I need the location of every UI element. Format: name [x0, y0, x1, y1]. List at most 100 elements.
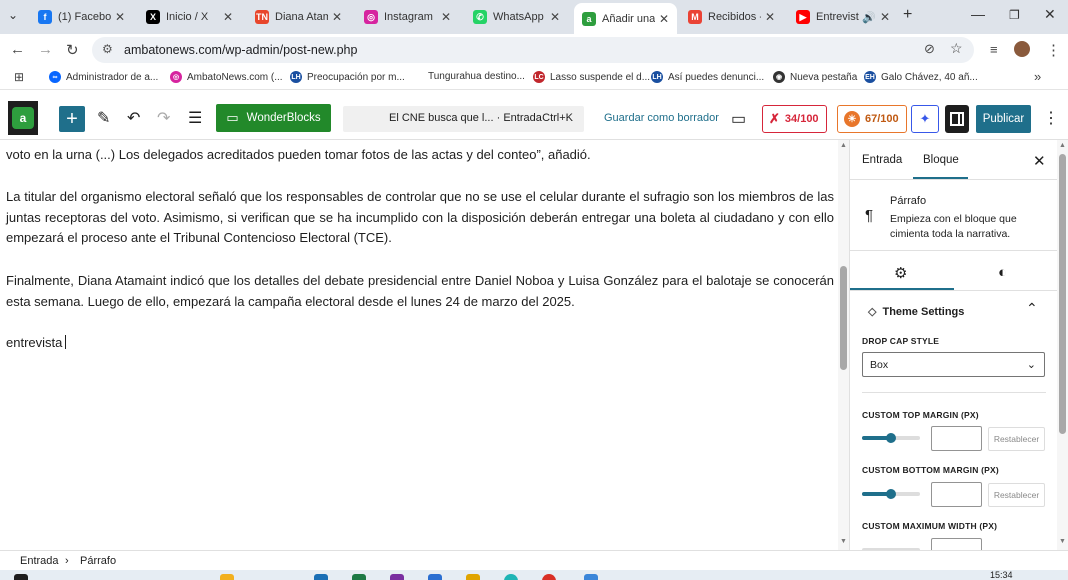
browser-tab[interactable]: a Añadir una nueva entrada ✕	[574, 3, 677, 34]
start-icon[interactable]	[14, 574, 28, 580]
scroll-down-icon[interactable]: ▼	[1059, 538, 1066, 545]
reload-icon[interactable]: ↻	[66, 41, 79, 59]
styles-contrast-icon[interactable]: ◐	[998, 264, 1007, 281]
browser-tab[interactable]: ✆ WhatsApp ✕	[465, 4, 568, 30]
profile-avatar[interactable]	[1014, 41, 1030, 57]
browser-tab[interactable]: ◎ Instagram ✕	[356, 4, 459, 30]
top-margin-slider[interactable]	[862, 433, 920, 443]
document-overview-icon[interactable]: ☰	[188, 108, 202, 128]
breadcrumb-root[interactable]: Entrada	[20, 555, 59, 567]
breadcrumb-current[interactable]: Párrafo	[80, 555, 116, 567]
minimize-icon[interactable]: —	[971, 6, 985, 22]
close-tab-icon[interactable]: ✕	[115, 10, 125, 24]
taskbar-app-icon[interactable]	[314, 574, 328, 580]
close-window-icon[interactable]: ✕	[1044, 6, 1056, 23]
tab-audio-icon[interactable]: 🔊	[862, 11, 876, 24]
bottom-margin-input[interactable]	[931, 482, 982, 507]
tab-block[interactable]: Bloque	[923, 154, 959, 166]
preview-icon[interactable]: ▭	[731, 109, 746, 129]
tab-search-icon[interactable]: ⌄	[8, 8, 18, 22]
bookmark-item[interactable]: EH Galo Chávez, 40 añ...	[864, 71, 978, 83]
site-info-icon[interactable]: ⚙	[102, 42, 113, 56]
slider-handle[interactable]	[886, 489, 896, 499]
taskbar-app-icon[interactable]	[390, 574, 404, 580]
close-tab-icon[interactable]: ✕	[441, 10, 451, 24]
bookmark-item[interactable]: ◎ AmbatoNews.com (...	[170, 71, 283, 83]
seo-score-badge[interactable]: ✗ 34/100	[762, 105, 827, 133]
ai-assistant-button[interactable]: ✦	[911, 105, 939, 133]
taskbar-app-icon[interactable]	[352, 574, 366, 580]
site-logo[interactable]: a	[8, 101, 38, 135]
top-margin-reset-button[interactable]: Restablecer	[988, 427, 1045, 451]
browser-tab[interactable]: X Inicio / X ✕	[138, 4, 241, 30]
taskbar-app-icon[interactable]	[542, 574, 556, 580]
command-palette-button[interactable]: El CNE busca que l... · Entrada Ctrl+K	[343, 106, 584, 132]
url-text[interactable]: ambatonews.com/wp-admin/post-new.php	[124, 43, 357, 57]
bottom-margin-slider[interactable]	[862, 489, 920, 499]
top-margin-input[interactable]	[931, 426, 982, 451]
bookmark-item[interactable]: LH Preocupación por m...	[290, 71, 405, 83]
scroll-down-icon[interactable]: ▼	[840, 538, 847, 545]
bookmark-item[interactable]: ∞ Administrador de a...	[49, 71, 158, 83]
taskbar-app-icon[interactable]	[220, 574, 234, 580]
bookmark-item[interactable]: Tungurahua destino...	[428, 71, 525, 82]
close-tab-icon[interactable]: ✕	[880, 10, 890, 24]
chevron-up-icon[interactable]: ⌃	[1026, 300, 1038, 317]
redo-icon[interactable]: ↷	[157, 108, 170, 128]
scroll-up-icon[interactable]: ▲	[1059, 142, 1066, 149]
options-menu-icon[interactable]: ⋮	[1043, 108, 1059, 128]
theme-settings-toggle[interactable]: ◇ Theme Settings	[868, 305, 964, 319]
bookmark-item[interactable]: LC Lasso suspende el d...	[533, 71, 650, 83]
taskbar-app-icon[interactable]	[584, 574, 598, 580]
save-draft-button[interactable]: Guardar como borrador	[604, 112, 719, 124]
scroll-up-icon[interactable]: ▲	[840, 142, 847, 149]
close-tab-icon[interactable]: ✕	[765, 10, 775, 24]
undo-icon[interactable]: ↶	[127, 108, 140, 128]
close-tab-icon[interactable]: ✕	[332, 10, 342, 24]
close-tab-icon[interactable]: ✕	[659, 12, 669, 26]
restore-icon[interactable]: ❐	[1009, 8, 1020, 22]
publish-button[interactable]: Publicar	[976, 105, 1031, 133]
forward-icon[interactable]: →	[38, 41, 53, 58]
editor-scroll-thumb[interactable]	[840, 266, 847, 370]
browser-tab[interactable]: TN Diana Atamaint ✕	[247, 4, 350, 30]
add-block-button[interactable]: +	[59, 106, 85, 132]
address-bar[interactable]: ⚙ ambatonews.com/wp-admin/post-new.php ⊘…	[92, 37, 974, 63]
new-tab-button[interactable]: +	[903, 6, 912, 24]
browser-tab[interactable]: M Recibidos - Gmail ✕	[680, 4, 783, 30]
back-icon[interactable]: ←	[10, 41, 25, 58]
readability-score-badge[interactable]: ☀ 67/100	[837, 105, 907, 133]
taskbar-app-icon[interactable]	[504, 574, 518, 580]
pencil-tool-icon[interactable]: ✎	[97, 108, 110, 128]
taskbar-app-icon[interactable]	[428, 574, 442, 580]
browser-tab[interactable]: f (1) Facebook ✕	[30, 4, 133, 30]
star-icon[interactable]: ☆	[950, 40, 963, 57]
bookmark-item[interactable]: ◉ Nueva pestaña	[773, 71, 857, 83]
close-tab-icon[interactable]: ✕	[223, 10, 233, 24]
drop-cap-select[interactable]: Box ⌄	[862, 352, 1045, 377]
bottom-margin-reset-button[interactable]: Restablecer	[988, 483, 1045, 507]
more-bookmarks-icon[interactable]: »	[1034, 69, 1041, 84]
close-tab-icon[interactable]: ✕	[550, 10, 560, 24]
browser-menu-icon[interactable]: ⋮	[1046, 41, 1061, 59]
slider-handle[interactable]	[886, 433, 896, 443]
browser-tab[interactable]: ▶ Entrevista🔊 ✕	[788, 4, 898, 30]
settings-gear-icon[interactable]: ⚙	[894, 264, 907, 282]
settings-sidebar-toggle[interactable]	[945, 105, 969, 133]
tab-post[interactable]: Entrada	[862, 154, 902, 166]
paragraph-block[interactable]: La titular del organismo electoral señal…	[6, 187, 834, 249]
max-width-input[interactable]	[931, 538, 982, 550]
paragraph-block[interactable]: voto en la urna (...) Los delegados acre…	[6, 145, 834, 166]
paragraph-block[interactable]: Finalmente, Diana Atamaint indicó que lo…	[6, 271, 834, 312]
wonderblocks-button[interactable]: ▭ WonderBlocks	[216, 104, 331, 132]
media-control-icon[interactable]: ≡	[990, 42, 998, 57]
bookmark-item[interactable]: LH Así puedes denunci...	[651, 71, 764, 83]
apps-grid-icon[interactable]: ⊞	[14, 70, 24, 84]
sidebar-scroll-thumb[interactable]	[1059, 154, 1066, 434]
editor-scrollbar[interactable]: ▲ ▼	[838, 140, 849, 550]
sidebar-scrollbar[interactable]: ▲ ▼	[1057, 140, 1068, 550]
taskbar-app-icon[interactable]	[466, 574, 480, 580]
eye-off-icon[interactable]: ⊘	[924, 41, 935, 57]
close-sidebar-icon[interactable]: ✕	[1033, 152, 1046, 170]
paragraph-block-selected[interactable]: entrevista	[6, 333, 834, 354]
